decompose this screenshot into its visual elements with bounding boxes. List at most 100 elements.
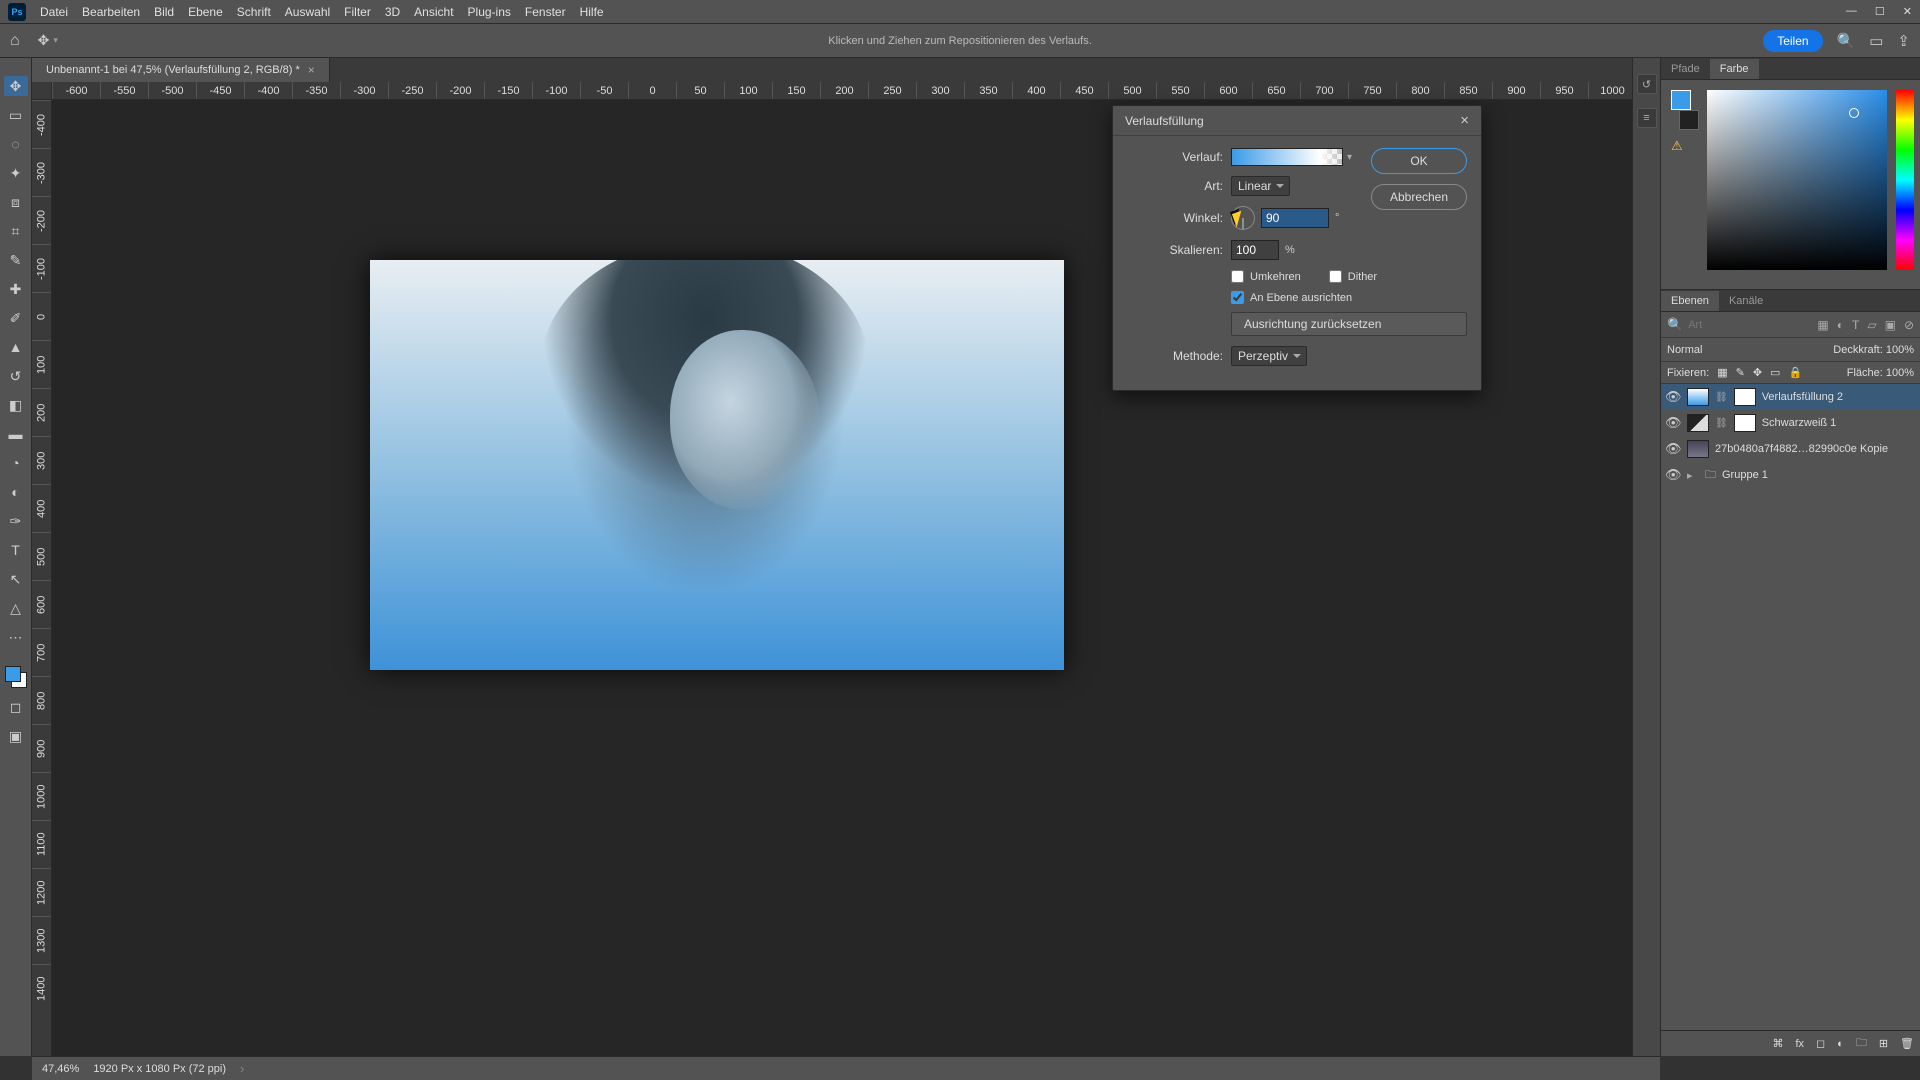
lock-transparency-icon[interactable]: ▦	[1717, 366, 1727, 379]
adjustment-layer-icon[interactable]: ◐	[1837, 1038, 1844, 1050]
dialog-close-icon[interactable]: ×	[1460, 112, 1469, 129]
tab-close-icon[interactable]: ×	[308, 63, 315, 77]
tab-color[interactable]: Farbe	[1710, 59, 1759, 79]
link-layers-icon[interactable]: ⌘	[1772, 1037, 1783, 1050]
layer-visibility-icon[interactable]: 👁	[1665, 415, 1681, 431]
menu-filter[interactable]: Filter	[344, 5, 371, 19]
blend-mode-select[interactable]: Normal	[1667, 344, 1702, 356]
layer-thumbnail[interactable]	[1687, 414, 1709, 432]
export-icon[interactable]: ⇪	[1897, 32, 1910, 50]
dither-checkbox[interactable]: Dither	[1329, 270, 1377, 283]
move-tool-icon[interactable]: ✥	[38, 32, 50, 49]
color-swatch[interactable]	[5, 666, 27, 688]
filter-type-icon[interactable]: T	[1852, 318, 1859, 332]
layer-row[interactable]: 👁⛓Verlaufsfüllung 2	[1661, 384, 1920, 410]
align-checkbox[interactable]: An Ebene ausrichten	[1231, 291, 1467, 304]
gradient-dropdown-icon[interactable]: ▾	[1347, 152, 1352, 163]
layer-row[interactable]: 👁▸🗀Gruppe 1	[1661, 462, 1920, 488]
wand-tool[interactable]: ✦	[4, 163, 28, 183]
tab-paths[interactable]: Pfade	[1661, 59, 1710, 79]
canvas-document[interactable]	[370, 260, 1064, 670]
home-icon[interactable]: ⌂	[10, 32, 20, 50]
delete-layer-icon[interactable]: 🗑	[1900, 1037, 1914, 1050]
screen-mode-tool[interactable]: ▣	[4, 726, 28, 746]
color-picker-marker[interactable]	[1849, 108, 1859, 118]
color-field[interactable]	[1707, 90, 1887, 270]
gradient-tool[interactable]: ▬	[4, 424, 28, 444]
move-tool[interactable]: ✥	[4, 76, 28, 96]
search-icon[interactable]: 🔍	[1667, 317, 1683, 333]
pen-tool[interactable]: ✑	[4, 511, 28, 531]
new-group-icon[interactable]: 🗀	[1856, 1034, 1867, 1053]
menu-auswahl[interactable]: Auswahl	[285, 5, 330, 19]
doc-info[interactable]: 1920 Px x 1080 Px (72 ppi)	[93, 1063, 226, 1075]
filter-shape-icon[interactable]: ▱	[1867, 318, 1876, 332]
history-brush-tool[interactable]: ↺	[4, 366, 28, 386]
hue-slider[interactable]	[1896, 90, 1914, 270]
healing-tool[interactable]: ✚	[4, 279, 28, 299]
style-select[interactable]: Linear	[1231, 176, 1290, 196]
layer-filter-kind[interactable]: Art	[1688, 319, 1702, 331]
gamut-warning-icon[interactable]: ⚠	[1671, 138, 1683, 154]
bg-swatch[interactable]	[1679, 110, 1699, 130]
stamp-tool[interactable]: ▲	[4, 337, 28, 357]
lock-brush-icon[interactable]: ✎	[1736, 366, 1745, 379]
menu-ansicht[interactable]: Ansicht	[414, 5, 453, 19]
menu-datei[interactable]: Datei	[40, 5, 68, 19]
layer-visibility-icon[interactable]: 👁	[1665, 441, 1681, 457]
menu-ebene[interactable]: Ebene	[188, 5, 223, 19]
add-mask-icon[interactable]: ◻	[1816, 1037, 1825, 1050]
lock-all-icon[interactable]: 🔒	[1788, 366, 1802, 379]
layer-thumbnail[interactable]	[1687, 440, 1709, 458]
link-icon[interactable]: ⛓	[1715, 418, 1728, 429]
layers-panel-icon[interactable]: ≡	[1637, 108, 1657, 128]
tool-options-chevron-icon[interactable]: ▾	[53, 35, 58, 46]
ruler-vertical[interactable]: -400-300-200-100010020030040050060070080…	[32, 100, 52, 1056]
opacity-value[interactable]: 100%	[1886, 344, 1914, 356]
layer-row[interactable]: 👁⛓Schwarzweiß 1	[1661, 410, 1920, 436]
menu-3d[interactable]: 3D	[385, 5, 400, 19]
fill-value[interactable]: 100%	[1886, 367, 1914, 379]
window-close-icon[interactable]: ✕	[1903, 5, 1912, 18]
window-minimize-icon[interactable]: —	[1846, 5, 1857, 18]
filter-pixel-icon[interactable]: ▦	[1817, 318, 1828, 332]
layer-row[interactable]: 👁 27b0480a7f4882…82990c0e Kopie	[1661, 436, 1920, 462]
angle-dial[interactable]	[1231, 206, 1255, 230]
status-chevron-icon[interactable]: ›	[240, 1061, 244, 1076]
menu-schrift[interactable]: Schrift	[237, 5, 271, 19]
filter-toggle-icon[interactable]: ⊘	[1904, 318, 1914, 332]
history-panel-icon[interactable]: ↺	[1637, 74, 1657, 94]
path-tool[interactable]: ↖	[4, 569, 28, 589]
layer-name[interactable]: Verlaufsfüllung 2	[1762, 391, 1916, 403]
menu-bild[interactable]: Bild	[154, 5, 174, 19]
lasso-tool[interactable]: ◌	[4, 134, 28, 154]
zoom-level[interactable]: 47,46%	[42, 1063, 79, 1075]
window-maximize-icon[interactable]: ☐	[1875, 5, 1885, 18]
eyedropper-tool[interactable]: ✎	[4, 250, 28, 270]
dialog-titlebar[interactable]: Verlaufsfüllung ×	[1113, 106, 1481, 136]
filter-adjust-icon[interactable]: ◐	[1837, 318, 1844, 332]
brush-tool[interactable]: ✐	[4, 308, 28, 328]
reverse-checkbox[interactable]: Umkehren	[1231, 270, 1301, 283]
dodge-tool[interactable]: ◐	[4, 482, 28, 502]
layer-visibility-icon[interactable]: 👁	[1665, 389, 1681, 405]
shape-tool[interactable]: △	[4, 598, 28, 618]
foreground-color-swatch[interactable]	[5, 666, 21, 682]
reset-alignment-button[interactable]: Ausrichtung zurücksetzen	[1231, 312, 1467, 336]
menu-fenster[interactable]: Fenster	[525, 5, 566, 19]
mask-thumbnail[interactable]	[1734, 414, 1756, 432]
marquee-tool[interactable]: ▭	[4, 105, 28, 125]
folder-toggle-icon[interactable]: ▸	[1687, 469, 1699, 482]
scale-input[interactable]	[1231, 240, 1279, 260]
layer-visibility-icon[interactable]: 👁	[1665, 467, 1681, 483]
layer-name[interactable]: 27b0480a7f4882…82990c0e Kopie	[1715, 443, 1916, 455]
fg-swatch[interactable]	[1671, 90, 1691, 110]
search-icon[interactable]: 🔍	[1837, 32, 1856, 50]
share-button[interactable]: Teilen	[1763, 30, 1822, 52]
mask-thumbnail[interactable]	[1734, 388, 1756, 406]
angle-input[interactable]	[1261, 208, 1329, 228]
workspace-icon[interactable]: ▭	[1869, 32, 1883, 50]
menu-hilfe[interactable]: Hilfe	[580, 5, 604, 19]
menu-plugins[interactable]: Plug-ins	[468, 5, 511, 19]
layer-fx-icon[interactable]: fx	[1795, 1038, 1804, 1050]
